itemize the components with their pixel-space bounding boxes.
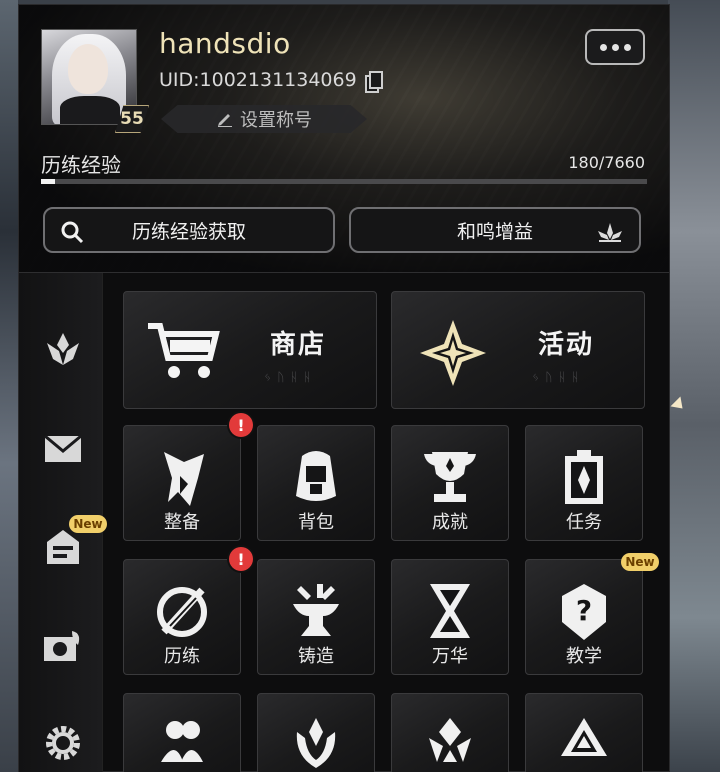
- guild-icon: [429, 718, 471, 762]
- character-icon: [164, 452, 204, 506]
- mail-icon: [44, 434, 82, 462]
- event-label: 活动: [538, 330, 595, 360]
- terminal-menu-panel: 55 handsdio UID:1002131134069 设置称号 历练经验 …: [18, 4, 670, 772]
- quest-scroll-icon: [565, 450, 603, 504]
- achievement-tile[interactable]: 成就: [391, 425, 509, 541]
- training-alert-badge: !: [229, 547, 253, 571]
- xp-source-label: 历练经验获取: [131, 220, 246, 243]
- hourglass-icon: [430, 584, 470, 638]
- training-tile[interactable]: 历练: [123, 559, 241, 675]
- compass-tile[interactable]: [525, 693, 643, 772]
- more-dot-icon: [623, 43, 631, 51]
- shopping-cart-icon: [148, 323, 220, 378]
- copy-icon[interactable]: [364, 71, 383, 93]
- quest-label: 任务: [566, 512, 602, 533]
- svg-text:?: ?: [576, 594, 592, 627]
- more-dot-icon: [611, 43, 619, 51]
- camera-button[interactable]: [41, 623, 85, 667]
- shop-tile[interactable]: 商店 ᛃᚢᚺᚺ: [123, 291, 377, 409]
- crest-tile[interactable]: [257, 693, 375, 772]
- quest-tile[interactable]: 任务: [525, 425, 643, 541]
- training-icon: [157, 587, 207, 637]
- search-icon: [61, 221, 84, 244]
- wanhua-label: 万华: [432, 646, 468, 667]
- tutorial-new-badge: New: [621, 553, 659, 571]
- mail-button[interactable]: [41, 427, 85, 471]
- username: handsdio: [159, 27, 291, 60]
- backpack-icon: [296, 451, 336, 501]
- wanhua-tile[interactable]: 万华: [391, 559, 509, 675]
- xp-value: 180/7660: [568, 153, 645, 172]
- friends-tile[interactable]: [123, 693, 241, 772]
- uid-row: UID:1002131134069: [159, 69, 383, 93]
- tutorial-icon: ?: [562, 584, 606, 640]
- more-dot-icon: [599, 43, 607, 51]
- xp-progress-fill: [41, 179, 56, 184]
- backpack-label: 背包: [298, 512, 334, 533]
- achievement-label: 成就: [432, 512, 468, 533]
- anvil-icon: [293, 584, 339, 636]
- guild-tile[interactable]: [391, 693, 509, 772]
- resonance-button[interactable]: 和鸣增益: [349, 207, 641, 253]
- settings-button[interactable]: [41, 721, 85, 765]
- lotus-icon: [598, 223, 622, 242]
- backpack-tile[interactable]: 背包: [257, 425, 375, 541]
- emblem-button[interactable]: [41, 329, 85, 373]
- shop-rune-text: ᛃᚢᚺᚺ: [264, 370, 317, 384]
- sidebar: New: [19, 273, 107, 772]
- equip-label: 整备: [164, 512, 200, 533]
- announcement-button[interactable]: [41, 525, 85, 569]
- set-title-button[interactable]: 设置称号: [161, 105, 367, 133]
- event-tile[interactable]: 活动 ᛃᚢᚺᚺ: [391, 291, 645, 409]
- trophy-icon: [424, 452, 476, 502]
- tutorial-label: 教学: [566, 646, 602, 667]
- emblem-icon: [47, 333, 79, 365]
- set-title-label: 设置称号: [240, 110, 312, 131]
- shop-label: 商店: [270, 330, 327, 360]
- background-right: [668, 0, 720, 772]
- crest-icon: [296, 718, 336, 768]
- xp-source-button[interactable]: 历练经验获取: [43, 207, 335, 253]
- tutorial-tile[interactable]: ? 教学: [525, 559, 643, 675]
- uid-text: UID:1002131134069: [159, 69, 357, 91]
- resonance-label: 和鸣增益: [456, 220, 533, 243]
- forge-tile[interactable]: 铸造: [257, 559, 375, 675]
- forge-label: 铸造: [298, 646, 334, 667]
- background-left: [0, 0, 18, 772]
- equip-alert-badge: !: [229, 413, 253, 437]
- friends-icon: [161, 721, 203, 762]
- settings-gear-icon: [46, 726, 80, 760]
- star-burst-icon: [420, 320, 486, 386]
- event-rune-text: ᛃᚢᚺᚺ: [532, 370, 585, 384]
- announcement-icon: [47, 530, 79, 564]
- profile-header: 55 handsdio UID:1002131134069 设置称号 历练经验 …: [19, 5, 669, 273]
- xp-label: 历练经验: [41, 153, 121, 177]
- pencil-icon: [218, 114, 232, 127]
- equip-tile[interactable]: 整备: [123, 425, 241, 541]
- training-label: 历练: [164, 646, 200, 667]
- more-options-button[interactable]: [585, 29, 645, 65]
- xp-progress-bar: [41, 179, 647, 184]
- camera-icon: [44, 631, 80, 661]
- compass-icon: [561, 718, 607, 756]
